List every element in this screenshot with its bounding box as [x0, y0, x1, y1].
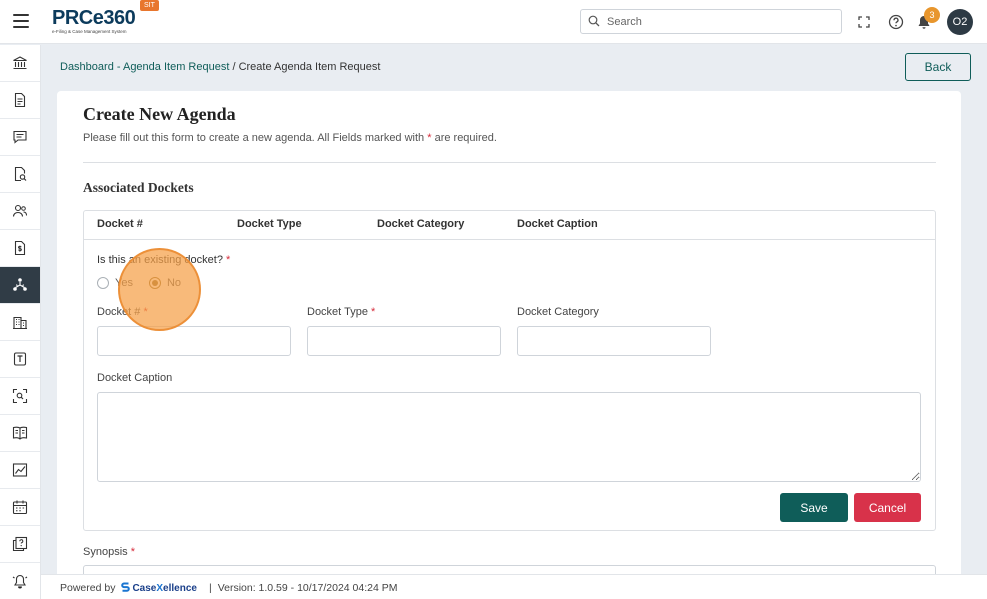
document-icon	[14, 92, 26, 108]
existing-docket-question: Is this an existing docket? *	[97, 254, 230, 266]
breadcrumb-link-agenda-item-request[interactable]: Dashboard - Agenda Item Request	[60, 61, 229, 73]
sidebar-item-reports[interactable]	[0, 452, 40, 489]
docket-category-input[interactable]	[517, 326, 711, 356]
sidebar-nav	[0, 45, 41, 599]
bell-icon	[12, 574, 28, 589]
back-button[interactable]: Back	[905, 53, 971, 81]
company-prefix: Case	[132, 582, 157, 594]
radio-yes[interactable]	[97, 277, 109, 289]
sidebar-item-templates[interactable]	[0, 341, 40, 378]
existing-docket-question-text: Is this an existing docket?	[97, 254, 223, 266]
required-asterisk: *	[130, 546, 135, 558]
fullscreen-icon[interactable]	[855, 13, 873, 31]
radio-yes-label[interactable]: Yes	[115, 277, 133, 289]
dollar-document-icon	[14, 240, 26, 256]
breadcrumb: Dashboard - Agenda Item Request / Create…	[60, 61, 380, 73]
casexellence-mark-icon	[121, 582, 131, 592]
casexellence-logo: Case Xellence	[121, 582, 197, 594]
required-asterisk: *	[226, 254, 231, 266]
breadcrumb-separator: /	[229, 61, 239, 73]
bank-icon	[13, 56, 27, 70]
help-docs-icon	[12, 536, 28, 552]
column-header-docket-category: Docket Category	[377, 218, 465, 230]
menu-icon[interactable]	[13, 14, 29, 28]
sidebar-item-search-documents[interactable]	[0, 156, 40, 193]
users-icon	[12, 204, 27, 217]
synopsis-label-text: Synopsis	[83, 546, 128, 558]
synopsis-label: Synopsis *	[83, 546, 135, 558]
brand-tagline: e-Filing & Case Management System	[52, 29, 127, 34]
notification-count-badge[interactable]: 3	[924, 7, 940, 23]
sidebar-item-scan[interactable]	[0, 378, 40, 415]
existing-docket-radio-group: Yes No	[97, 277, 197, 289]
subtitle-text-before: Please fill out this form to create a ne…	[83, 132, 428, 144]
search-input[interactable]	[607, 13, 835, 30]
docket-category-label: Docket Category	[517, 306, 599, 318]
document-search-icon	[14, 166, 27, 182]
sidebar-item-alerts[interactable]	[0, 563, 40, 599]
page-title: Create New Agenda	[83, 104, 236, 124]
user-avatar[interactable]: O2	[947, 9, 973, 35]
sidebar-item-users[interactable]	[0, 193, 40, 230]
chart-icon	[12, 463, 28, 477]
cancel-button[interactable]: Cancel	[854, 493, 921, 522]
environment-badge: SIT	[140, 0, 159, 11]
radio-no[interactable]	[148, 277, 161, 289]
book-icon	[12, 426, 28, 440]
template-icon	[13, 352, 27, 366]
scan-icon	[12, 388, 28, 404]
top-header: PRCe360 e-Filing & Case Management Syste…	[0, 0, 987, 44]
sidebar-item-institution[interactable]	[0, 45, 40, 82]
footer-separator: |	[208, 582, 212, 594]
docket-caption-textarea[interactable]	[97, 392, 921, 482]
docket-type-input[interactable]	[307, 326, 501, 356]
sidebar-item-billing[interactable]	[0, 230, 40, 267]
required-asterisk: *	[371, 306, 376, 318]
calendar-icon	[12, 500, 28, 515]
docket-type-label-text: Docket Type	[307, 306, 368, 318]
sidebar-item-calendar[interactable]	[0, 489, 40, 526]
subtitle-text-after: are required.	[431, 132, 497, 144]
footer: Powered by Case Xellence | Version: 1.0.5…	[41, 574, 987, 599]
section-divider	[83, 162, 936, 163]
workflow-icon	[13, 278, 27, 291]
search-icon	[588, 15, 600, 27]
docket-number-label: Docket # *	[97, 306, 148, 318]
radio-no-label[interactable]: No	[167, 277, 181, 289]
sidebar-item-library[interactable]	[0, 415, 40, 452]
chat-icon	[13, 130, 27, 144]
save-button[interactable]: Save	[780, 493, 848, 522]
docket-type-label: Docket Type *	[307, 306, 375, 318]
docket-caption-label: Docket Caption	[97, 372, 173, 384]
docket-number-input[interactable]	[97, 326, 291, 356]
page-subtitle: Please fill out this form to create a ne…	[83, 132, 497, 144]
building-icon	[13, 316, 27, 330]
column-header-docket-type: Docket Type	[237, 218, 302, 230]
company-x: X	[156, 582, 164, 594]
docket-number-label-text: Docket #	[97, 306, 141, 318]
column-header-docket-number: Docket #	[97, 218, 143, 230]
app-logo[interactable]: PRCe360 e-Filing & Case Management Syste…	[52, 7, 162, 37]
help-icon[interactable]	[887, 13, 905, 31]
required-asterisk: *	[143, 306, 148, 318]
sidebar-item-agenda[interactable]	[0, 267, 40, 304]
associated-dockets-heading: Associated Dockets	[83, 180, 194, 195]
associated-dockets-panel: Docket # Docket Type Docket Category Doc…	[83, 210, 936, 531]
dockets-table-header: Docket # Docket Type Docket Category Doc…	[84, 211, 935, 240]
footer-content: Powered by Case Xellence | Version: 1.0.5…	[60, 582, 397, 594]
sidebar-item-organizations[interactable]	[0, 304, 40, 341]
powered-by-text: Powered by	[60, 582, 116, 594]
breadcrumb-current: Create Agenda Item Request	[238, 61, 381, 73]
column-header-docket-caption: Docket Caption	[517, 218, 598, 230]
version-text: Version: 1.0.59 - 10/17/2024 04:24 PM	[217, 582, 398, 594]
create-agenda-card: Create New Agenda Please fill out this f…	[57, 91, 961, 581]
sidebar-item-documents[interactable]	[0, 82, 40, 119]
sidebar-item-help[interactable]	[0, 526, 40, 563]
sidebar-item-messages[interactable]	[0, 119, 40, 156]
global-search	[580, 9, 842, 34]
company-suffix: ellence	[163, 582, 197, 594]
